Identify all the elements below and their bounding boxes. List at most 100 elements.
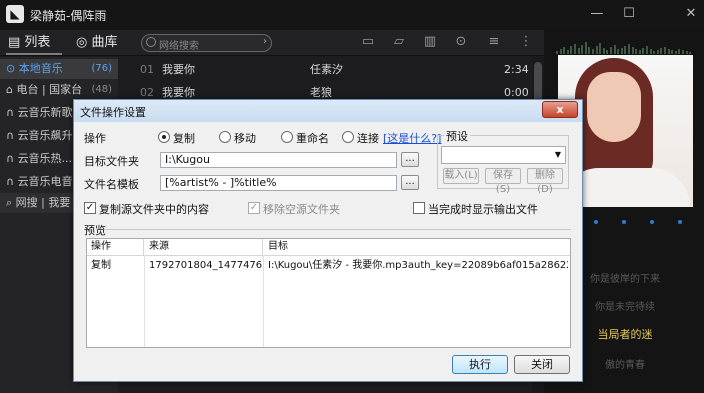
spectrum-bar: [689, 52, 692, 54]
spectrum-bar: [649, 49, 652, 54]
search-icon: [146, 37, 156, 47]
chevron-right-icon[interactable]: ›: [263, 36, 267, 47]
target-folder-field[interactable]: I:\Kugou: [160, 152, 397, 168]
song-artist: 任素汐: [310, 63, 343, 76]
tab-library[interactable]: ◎ 曲库: [76, 33, 118, 53]
spectrum-bar: [577, 48, 580, 54]
spectrum-bar: [635, 49, 638, 54]
song-title: 我要你: [162, 63, 195, 76]
track-number: 01: [140, 63, 154, 76]
browse-folder-button[interactable]: ...: [401, 152, 419, 167]
dialog-close-button[interactable]: x: [542, 101, 578, 118]
radio-move-label: 移动: [234, 132, 256, 145]
spectrum-bar: [588, 47, 591, 54]
spectrum-bar: [602, 48, 605, 54]
count-badge: (48): [91, 84, 112, 95]
show-output-label: 当完成时显示输出文件: [428, 203, 538, 216]
help-link[interactable]: [这是什么?]: [383, 130, 441, 146]
spectrum-bar: [570, 46, 573, 54]
radio-move[interactable]: [219, 131, 231, 143]
save-preset-button[interactable]: 保存(S): [485, 168, 521, 195]
delete-preset-button[interactable]: 删除(D): [527, 168, 563, 195]
spectrum-bar: [664, 47, 666, 54]
preset-select[interactable]: ▼: [441, 146, 566, 164]
spectrum-bar: [559, 49, 562, 54]
spectrum-bar: [653, 51, 656, 54]
radio-rename[interactable]: [281, 131, 293, 143]
document-icon[interactable]: ▭: [360, 34, 376, 50]
preview-divider: [104, 229, 571, 230]
copy-folder-content-label: 复制源文件夹中的内容: [99, 203, 209, 216]
spectrum-visualizer: [556, 40, 696, 54]
name-template-field[interactable]: [%artist% - ]%title%: [160, 175, 397, 191]
column-header-source[interactable]: 来源: [145, 239, 263, 255]
radio-link[interactable]: [342, 131, 354, 143]
spectrum-bar: [620, 48, 623, 54]
table-header-divider: [87, 255, 570, 256]
spectrum-bar: [584, 42, 587, 54]
spectrum-bar: [595, 46, 598, 54]
spectrum-bar: [606, 50, 609, 54]
radio-rename-label: 重命名: [296, 132, 329, 145]
load-preset-button[interactable]: 载入(L): [443, 168, 479, 184]
folder-icon[interactable]: ▱: [391, 34, 407, 50]
scroll-thumb[interactable]: [534, 62, 542, 102]
radio-copy-label: 复制: [173, 132, 195, 145]
spectrum-bar: [674, 51, 677, 54]
search-placeholder: 网络搜索: [159, 41, 199, 52]
sidebar-item-local-music[interactable]: ⊙ 本地音乐 (76): [0, 59, 118, 79]
spectrum-bar: [646, 46, 648, 54]
list-icon: ▤: [8, 35, 25, 50]
menu-list-icon[interactable]: ≡: [486, 34, 502, 50]
maximize-icon[interactable]: ☐: [620, 5, 638, 23]
headphone-icon: ∩: [6, 152, 18, 165]
column-header-target[interactable]: 目标: [264, 239, 570, 255]
spectrum-bar: [660, 48, 663, 54]
spectrum-bar: [581, 45, 584, 54]
remove-empty-folder-label: 移除空源文件夹: [263, 203, 340, 216]
count-badge: (76): [91, 63, 112, 74]
tab-list[interactable]: ▤ 列表: [8, 33, 50, 53]
spectrum-bar: [667, 49, 670, 54]
trash-icon[interactable]: ▥: [422, 34, 438, 50]
spectrum-bar: [642, 48, 645, 54]
spectrum-bar: [574, 44, 576, 54]
dialog-title-bar: 文件操作设置: [74, 100, 582, 122]
show-output-checkbox[interactable]: [413, 202, 425, 214]
template-options-button[interactable]: ...: [401, 175, 419, 190]
dialog-title: 文件操作设置: [80, 106, 146, 119]
spectrum-bar: [671, 50, 674, 54]
cell-operation: 复制: [91, 260, 111, 271]
spectrum-bar: [656, 50, 659, 54]
location-icon[interactable]: ⊙: [453, 34, 469, 50]
spectrum-bar: [631, 47, 634, 54]
table-row[interactable]: 01 我要你 任素汐 2:34: [118, 59, 532, 81]
sidebar-item-radio[interactable]: ⌂ 电台 | 国家台 (48): [0, 80, 118, 100]
spectrum-bar: [556, 51, 558, 54]
minimize-icon[interactable]: —: [588, 5, 606, 23]
photo-pager-dots[interactable]: [566, 219, 691, 225]
operation-label: 操作: [84, 132, 106, 145]
close-button[interactable]: 关闭: [514, 355, 570, 374]
spectrum-bar: [617, 49, 620, 54]
spectrum-bar: [566, 50, 569, 54]
cell-target: I:\Kugou\任素汐 - 我要你.mp3auth_key=22089b6af…: [268, 260, 568, 271]
execute-button[interactable]: 执行: [452, 355, 508, 374]
close-icon[interactable]: ✕: [682, 5, 700, 23]
headphone-icon: ∩: [6, 129, 18, 142]
copy-folder-content-checkbox[interactable]: ✓: [84, 202, 96, 214]
column-header-operation[interactable]: 操作: [87, 239, 144, 255]
cell-source: 1792701804_1477476558...: [149, 260, 263, 271]
local-icon: ⊙: [6, 62, 19, 75]
radio-icon: ⌂: [6, 83, 17, 96]
tab-active-indicator: [6, 53, 62, 55]
artist-photo-face: [587, 72, 641, 142]
search-input[interactable]: 网络搜索 ›: [141, 34, 272, 52]
headphone-icon: ∩: [6, 175, 18, 188]
remove-empty-folder-checkbox[interactable]: ✓: [248, 202, 260, 214]
spectrum-bar: [592, 49, 594, 54]
more-icon[interactable]: ⋮: [518, 34, 534, 50]
app-logo-icon[interactable]: ◣: [6, 5, 24, 23]
preview-label: 预览: [84, 224, 106, 237]
radio-copy[interactable]: [158, 131, 170, 143]
